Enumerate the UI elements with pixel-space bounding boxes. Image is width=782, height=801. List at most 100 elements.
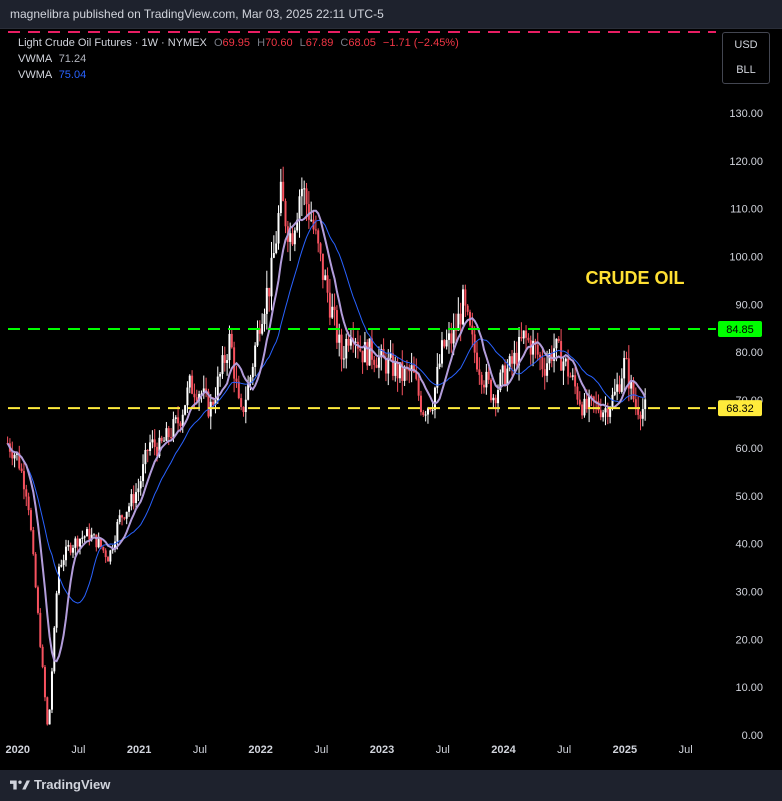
vwma-fast-value: 71.24 (58, 53, 87, 65)
candle-body (522, 330, 525, 339)
high-label: H (257, 37, 266, 49)
candle-body (609, 407, 612, 417)
y-tick-label: 20.00 (735, 634, 763, 646)
candle-body (128, 506, 131, 512)
candle-body (431, 409, 434, 411)
candle-body (557, 338, 560, 342)
candle-body (209, 401, 212, 417)
candle-body (64, 546, 67, 561)
candle-body (452, 328, 455, 344)
candle-body (270, 257, 273, 297)
vwma-slow-label[interactable]: VWMA (18, 69, 52, 81)
candle-body (567, 358, 570, 377)
candle-body (71, 547, 74, 553)
low-value: 67.89 (305, 37, 334, 49)
candle-body (644, 399, 647, 410)
candle-body (504, 365, 507, 386)
candle-body (347, 339, 350, 346)
candle-body (599, 410, 602, 418)
candle-body (613, 391, 616, 395)
x-tick-label: 2021 (127, 744, 151, 756)
candle-body (174, 417, 177, 420)
candle-body (97, 539, 100, 548)
candle-body (60, 564, 63, 567)
candle-body (340, 334, 343, 360)
candle-body (433, 387, 436, 410)
candle-body (142, 464, 145, 482)
candle-body (172, 419, 175, 438)
candle-body (41, 646, 44, 668)
candle-body (85, 529, 88, 537)
candle-body (282, 181, 285, 202)
vwma-fast-label[interactable]: VWMA (18, 53, 52, 65)
x-tick-label: 2022 (248, 744, 272, 756)
candle-body (438, 363, 441, 367)
candle-body (144, 449, 147, 465)
candle-body (244, 399, 247, 413)
currency-usd[interactable]: USD (723, 33, 769, 58)
candle-body (466, 305, 469, 312)
footer-brand[interactable]: TradingView (34, 777, 110, 792)
vwma-slow-value: 75.04 (58, 69, 87, 81)
x-tick-label: Jul (557, 744, 571, 756)
x-tick-label: Jul (193, 744, 207, 756)
candle-body (417, 378, 420, 396)
x-tick-label: Jul (436, 744, 450, 756)
candle-body (226, 360, 229, 363)
footer-bar: TradingView (0, 770, 782, 801)
candle-body (440, 340, 443, 364)
currency-unit[interactable]: BLL (723, 58, 769, 83)
candle-body (447, 333, 450, 340)
price-chart[interactable]: 130.00120.00110.00100.0090.0080.0070.006… (0, 0, 782, 801)
high-value: 70.60 (265, 37, 293, 49)
candle-body (219, 373, 222, 377)
candle-body (170, 437, 173, 439)
y-tick-label: 40.00 (735, 539, 763, 551)
candle-body (324, 275, 327, 280)
candle-body (272, 253, 275, 258)
candle-body (396, 361, 399, 379)
chart-legend: Light Crude Oil Futures · 1W · NYMEX O69… (18, 35, 459, 83)
y-tick-label: 120.00 (729, 156, 763, 168)
candle-body (571, 375, 574, 377)
candle-body (132, 494, 135, 504)
candle-body (490, 379, 493, 401)
candle-body (104, 550, 107, 558)
candle-body (57, 566, 60, 594)
candle-body (188, 375, 191, 388)
candle-body (233, 347, 236, 379)
candle-body (263, 313, 266, 325)
chart-title-annotation[interactable]: CRUDE OIL (586, 268, 685, 288)
level-price-label: 84.85 (726, 324, 754, 336)
candle-body (137, 488, 140, 493)
candle-body (193, 393, 196, 398)
candle-body (22, 471, 25, 490)
candle-body (237, 381, 240, 399)
candle-body (326, 275, 329, 293)
y-tick-label: 0.00 (742, 730, 763, 742)
candle-body (228, 333, 231, 361)
candle-body (125, 511, 128, 519)
symbol-name[interactable]: Light Crude Oil Futures · 1W · NYMEX (18, 37, 207, 49)
candle-body (625, 358, 628, 360)
candle-body (307, 204, 310, 220)
candle-body (377, 357, 380, 368)
candle-body (251, 366, 254, 378)
candle-body (331, 306, 334, 318)
change-value: −1.71 (−2.45%) (382, 37, 459, 49)
currency-selector[interactable]: USD BLL (722, 32, 770, 84)
candle-body (160, 437, 163, 441)
candle-body (445, 339, 448, 347)
candle-body (179, 423, 182, 427)
candle-body (361, 350, 364, 363)
candle-body (305, 188, 308, 205)
candle-body (146, 449, 149, 451)
candle-body (487, 371, 490, 380)
candle-body (391, 353, 394, 376)
candle-body (100, 539, 103, 548)
candle-body (163, 440, 166, 442)
candle-body (618, 384, 621, 392)
candle-body (123, 517, 126, 519)
candle-body (177, 417, 180, 424)
candle-body (632, 380, 635, 400)
